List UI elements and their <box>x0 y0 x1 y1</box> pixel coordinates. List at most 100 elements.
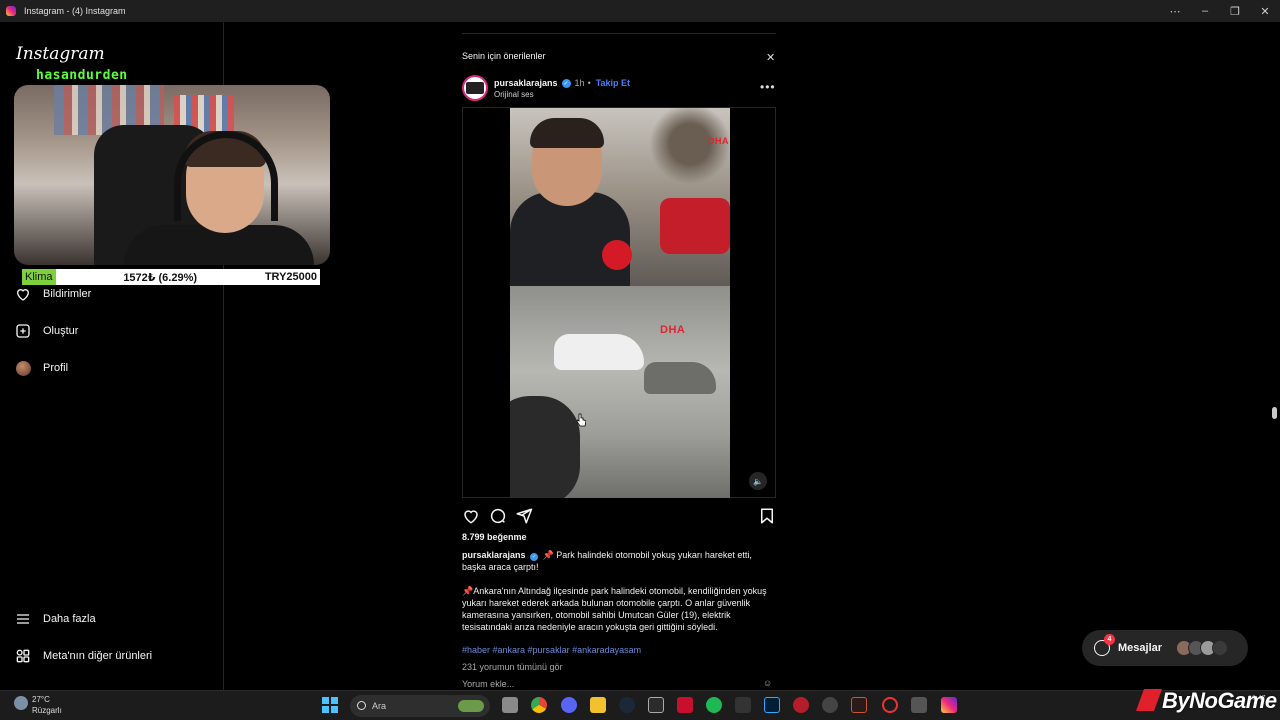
caption-username[interactable]: pursaklarajans <box>462 550 526 560</box>
heart-icon <box>14 285 32 303</box>
xbox-icon[interactable] <box>648 697 664 713</box>
opera-icon[interactable] <box>882 697 898 713</box>
post-hashtags[interactable]: #haber #ankara #pursaklar #ankaradayasam <box>462 645 641 655</box>
instagram-taskbar-icon[interactable] <box>941 697 957 713</box>
interviewee-jacket <box>510 192 630 286</box>
sidebar-item-label: Oluştur <box>43 325 79 337</box>
avatar <box>1212 640 1229 656</box>
task-view-icon[interactable] <box>502 697 518 713</box>
app-icon[interactable] <box>793 697 809 713</box>
share-icon[interactable] <box>515 507 533 525</box>
red-car <box>660 198 730 254</box>
post-actions <box>462 507 776 525</box>
grid-icon <box>14 647 32 665</box>
donation-goal-bar: Klima 1572₺ (6.29%) TRY25000 <box>22 269 320 285</box>
close-suggestions-button[interactable]: ✕ <box>766 51 775 64</box>
messages-label: Mesajlar <box>1118 642 1163 654</box>
spotify-icon[interactable] <box>706 697 722 713</box>
browser-menu-icon[interactable]: ⋯ <box>1160 5 1190 18</box>
verified-badge-icon: ✓ <box>530 553 539 561</box>
emoji-icon[interactable]: ☺ <box>763 678 772 688</box>
photoshop-icon[interactable] <box>764 697 780 713</box>
chrome-icon[interactable] <box>531 697 547 713</box>
mute-toggle-icon[interactable]: 🔈 <box>749 472 767 490</box>
window-title: Instagram - (4) Instagram <box>24 6 126 16</box>
separator-dot: • <box>587 78 591 88</box>
taskbar-search-placeholder: Ara <box>372 701 387 711</box>
bookmark-icon[interactable] <box>758 507 776 525</box>
discord-icon[interactable] <box>561 697 577 713</box>
app-icon[interactable] <box>851 697 867 713</box>
steam-icon[interactable] <box>619 697 635 713</box>
suggestions-title: Senin için önerilenler <box>462 51 546 61</box>
calculator-icon[interactable] <box>911 697 927 713</box>
close-window-button[interactable]: ✕ <box>1250 5 1280 18</box>
maximize-button[interactable]: ❐ <box>1220 5 1250 18</box>
like-count[interactable]: 8.799 beğenme <box>462 532 527 542</box>
weather-condition: Rüzgarlı <box>32 706 62 715</box>
post-video[interactable]: DHA DHA 🔈 <box>462 107 776 498</box>
sidebar-item-meta-products[interactable]: Meta'nın diğer ürünleri <box>14 645 152 667</box>
bynogame-logo-icon <box>1135 689 1163 711</box>
messenger-icon: 4 <box>1094 634 1115 656</box>
app-icon[interactable] <box>822 697 838 713</box>
post-audio-link[interactable]: Orijinal ses <box>494 90 534 99</box>
caption-body: 📌Ankara'nın Altındağ ilçesinde park hali… <box>462 586 767 632</box>
epic-games-icon[interactable] <box>735 697 751 713</box>
taskbar-search[interactable]: Ara <box>350 695 490 717</box>
interviewee-hair <box>530 118 604 148</box>
sidebar-item-notifications[interactable]: Bildirimler <box>14 283 91 305</box>
headset-icon <box>174 131 278 221</box>
dha-logo: DHA <box>708 136 729 146</box>
minimize-button[interactable]: – <box>1190 5 1220 17</box>
instagram-logo[interactable]: Instagram <box>16 44 105 64</box>
search-icon <box>357 701 366 710</box>
search-highlight-icon <box>458 700 484 712</box>
sidebar-item-profile[interactable]: Profil <box>14 357 68 379</box>
video-interview-frame: DHA <box>510 108 730 286</box>
post-header: pursaklarajans ✓ 1h • Takip Et <box>494 78 630 88</box>
messages-button[interactable]: 4 Mesajlar <box>1082 630 1248 666</box>
window-titlebar: Instagram - (4) Instagram ⋯ – ❐ ✕ <box>0 0 1280 22</box>
sidebar-item-create[interactable]: Oluştur <box>14 320 78 342</box>
sidebar-item-more[interactable]: Daha fazla <box>14 608 96 630</box>
menu-icon <box>14 610 32 628</box>
more-options-icon[interactable]: ••• <box>760 80 776 94</box>
instagram-app-icon <box>6 6 16 16</box>
divider <box>462 33 776 34</box>
donation-progress: 1572₺ (6.29%) <box>123 271 198 284</box>
follow-button[interactable]: Takip Et <box>596 78 630 88</box>
page-scrollbar[interactable] <box>1272 407 1277 419</box>
avatar <box>14 359 32 377</box>
hand-cursor-icon <box>576 413 586 427</box>
comment-icon[interactable] <box>489 507 507 525</box>
app-icon[interactable] <box>677 697 693 713</box>
weather-icon <box>14 696 28 710</box>
post-author-avatar[interactable] <box>462 75 488 101</box>
bynogame-watermark: ByNoGame <box>1135 688 1277 714</box>
file-explorer-icon[interactable] <box>590 697 606 713</box>
dha-logo: DHA <box>660 324 686 336</box>
post-username[interactable]: pursaklarajans <box>494 78 558 88</box>
weather-widget[interactable]: 27°C Rüzgarlı <box>14 694 62 716</box>
sidebar-item-label: Profil <box>43 362 69 374</box>
watermark-text: ByNoGame <box>1162 688 1277 713</box>
sidebar-item-label: Meta'nın diğer ürünleri <box>43 650 153 662</box>
sidebar-item-label: Bildirimler <box>43 288 92 300</box>
microphone-icon <box>602 240 632 270</box>
windows-start-icon[interactable] <box>322 697 338 713</box>
windows-taskbar: 27°C Rüzgarlı Ara 16:47 <box>0 690 1280 720</box>
unread-badge: 4 <box>1104 634 1115 645</box>
grey-car <box>644 362 716 394</box>
donation-goal: TRY25000 <box>264 271 317 283</box>
add-comment-input[interactable]: Yorum ekle... <box>462 679 514 689</box>
view-all-comments-link[interactable]: 231 yorumun tümünü gör <box>462 662 563 672</box>
white-car <box>554 334 644 370</box>
like-heart-icon[interactable] <box>462 507 480 525</box>
donation-label: Klima <box>22 269 56 285</box>
streamer-name: hasandurden <box>36 68 128 83</box>
verified-badge-icon: ✓ <box>561 78 571 88</box>
background-tree <box>650 108 730 198</box>
post-time: 1h <box>574 78 585 88</box>
message-avatars <box>1176 640 1229 656</box>
